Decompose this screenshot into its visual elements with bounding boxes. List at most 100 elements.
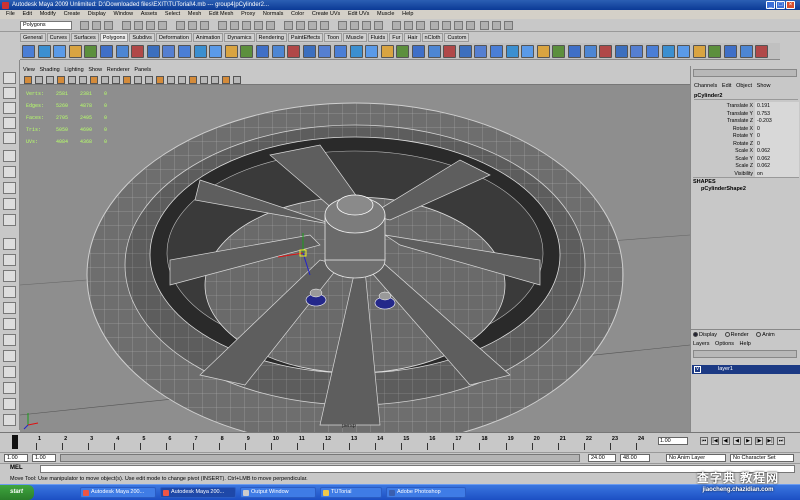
shelf-tool-icon[interactable] <box>37 45 51 58</box>
menu-create-uvs[interactable]: Create UVs <box>312 10 340 19</box>
shelf-tool-icon[interactable] <box>302 45 316 58</box>
shelf-tool-icon[interactable] <box>630 45 644 58</box>
shelf-tab-rendering[interactable]: Rendering <box>255 33 287 42</box>
viewport-toggle-icon[interactable] <box>189 76 197 84</box>
taskbar-item-output-window[interactable]: Output Window <box>240 487 316 498</box>
layers-menu-layers[interactable]: Layers <box>693 341 710 347</box>
status-tool-icon[interactable] <box>466 21 475 30</box>
shelf-tool-icon[interactable] <box>646 45 659 58</box>
shelf-tool-icon[interactable] <box>505 45 519 58</box>
shelf-tool-icon[interactable] <box>614 45 628 58</box>
toolbox-tool-icon[interactable] <box>3 302 16 314</box>
shelf-tool-icon[interactable] <box>599 45 613 58</box>
shelf-tab-surfaces[interactable]: Surfaces <box>71 33 99 42</box>
range-start-field[interactable]: 1.00 <box>32 454 56 462</box>
minimize-button[interactable]: _ <box>766 1 775 9</box>
character-set-dropdown[interactable]: No Character Set <box>730 454 794 462</box>
status-tool-icon[interactable] <box>188 21 197 30</box>
channels-menu-show[interactable]: Show <box>757 82 771 91</box>
shelf-tool-icon[interactable] <box>131 45 145 58</box>
mel-label[interactable]: MEL <box>10 464 23 473</box>
taskbar-item-maya-2[interactable]: Autodesk Maya 200... <box>160 487 236 498</box>
step-forward-frame-icon[interactable]: |▶ <box>755 437 763 445</box>
shelf-tab-painteffects[interactable]: PaintEffects <box>287 33 324 42</box>
viewport-toggle-icon[interactable] <box>211 76 219 84</box>
shelf-tool-icon[interactable] <box>334 45 347 58</box>
status-tool-icon[interactable] <box>504 21 513 30</box>
shelf-tool-icon[interactable] <box>583 45 597 58</box>
channels-menu-channels[interactable]: Channels <box>694 82 717 91</box>
viewport-menu-view[interactable]: View <box>23 66 35 75</box>
toolbox-tool-icon[interactable] <box>3 318 16 330</box>
toolbox-tool-icon[interactable] <box>3 238 16 250</box>
status-tool-icon[interactable] <box>442 21 451 30</box>
menu-display[interactable]: Display <box>88 10 106 19</box>
play-backward-icon[interactable]: ◀ <box>733 437 741 445</box>
toolbox-tool-icon[interactable] <box>3 334 16 346</box>
shelf-tool-icon[interactable] <box>53 45 67 58</box>
shelf-tool-icon[interactable] <box>724 45 737 58</box>
menu-file[interactable]: File <box>6 10 15 19</box>
go-to-end-icon[interactable]: ⏭ <box>777 437 785 445</box>
selected-object-name[interactable]: pCylinder2 <box>694 92 798 100</box>
shelf-tab-custom[interactable]: Custom <box>444 33 470 42</box>
toolbox-tool-icon[interactable] <box>3 270 16 282</box>
status-tool-icon[interactable] <box>404 21 413 30</box>
viewport-toggle-icon[interactable] <box>57 76 65 84</box>
step-back-key-icon[interactable]: |◀ <box>711 437 719 445</box>
layer-visibility-toggle[interactable]: V <box>694 366 701 373</box>
status-tool-icon[interactable] <box>338 21 347 30</box>
status-tool-icon[interactable] <box>254 21 263 30</box>
viewport-toggle-icon[interactable] <box>112 76 120 84</box>
layer-mode-anim[interactable]: Anim <box>756 332 778 338</box>
menu-edit-uvs[interactable]: Edit UVs <box>348 10 369 19</box>
shelf-tool-icon[interactable] <box>677 45 691 58</box>
shelf-tab-hair[interactable]: Hair <box>404 33 421 42</box>
shelf-tool-icon[interactable] <box>115 45 129 58</box>
status-tool-icon[interactable] <box>430 21 439 30</box>
status-tool-icon[interactable] <box>320 21 329 30</box>
layers-menu-help[interactable]: Help <box>740 341 751 347</box>
shelf-tool-icon[interactable] <box>162 45 176 58</box>
toolbox-tool-icon[interactable] <box>3 87 16 99</box>
shelf-tool-icon[interactable] <box>22 45 35 58</box>
shelf-tab-polygons[interactable]: Polygons <box>99 33 129 42</box>
status-tool-icon[interactable] <box>176 21 185 30</box>
close-button[interactable]: × <box>786 1 795 9</box>
shelf-tab-animation[interactable]: Animation <box>192 33 224 42</box>
status-tool-icon[interactable] <box>218 21 227 30</box>
viewport-menu-renderer[interactable]: Renderer <box>107 66 130 75</box>
toolbox-tool-icon[interactable] <box>3 398 16 410</box>
toolbox-tool-icon[interactable] <box>3 350 16 362</box>
taskbar-item-photoshop[interactable]: Adobe Photoshop <box>386 487 466 498</box>
viewport-menu-lighting[interactable]: Lighting <box>64 66 83 75</box>
taskbar-item-tutorial[interactable]: TUTorial <box>320 487 382 498</box>
shelf-tool-icon[interactable] <box>755 45 769 58</box>
shelf-tool-icon[interactable] <box>490 45 503 58</box>
shelf-tool-icon[interactable] <box>193 45 207 58</box>
shelf-tab-subdivs[interactable]: Subdivs <box>129 33 155 42</box>
shelf-tool-icon[interactable] <box>287 45 301 58</box>
shelf-tab-dynamics[interactable]: Dynamics <box>224 33 255 42</box>
viewport-menu-panels[interactable]: Panels <box>134 66 151 75</box>
shelf-tool-icon[interactable] <box>318 45 332 58</box>
shelf-tab-general[interactable]: General <box>20 33 46 42</box>
toolbox-tool-icon[interactable] <box>3 182 16 194</box>
layer-row[interactable]: V layer1 <box>692 365 800 374</box>
viewport-menu-show[interactable]: Show <box>88 66 102 75</box>
viewport-toggle-icon[interactable] <box>79 76 87 84</box>
status-tool-icon[interactable] <box>416 21 425 30</box>
toolbox-tool-icon[interactable] <box>3 166 16 178</box>
current-frame-field[interactable]: 1.00 <box>658 437 688 445</box>
status-tool-icon[interactable] <box>242 21 251 30</box>
shelf-tool-icon[interactable] <box>521 45 535 58</box>
toolbox-tool-icon[interactable] <box>3 117 16 129</box>
menu-set-dropdown[interactable]: Polygons <box>20 21 72 30</box>
shelf-tool-icon[interactable] <box>68 45 82 58</box>
status-tool-icon[interactable] <box>266 21 275 30</box>
shelf-tool-icon[interactable] <box>458 45 472 58</box>
shelf-tool-icon[interactable] <box>536 45 550 58</box>
shelf-tab-fluids[interactable]: Fluids <box>367 33 389 42</box>
viewport-toggle-icon[interactable] <box>46 76 54 84</box>
channels-menu-object[interactable]: Object <box>736 82 752 91</box>
